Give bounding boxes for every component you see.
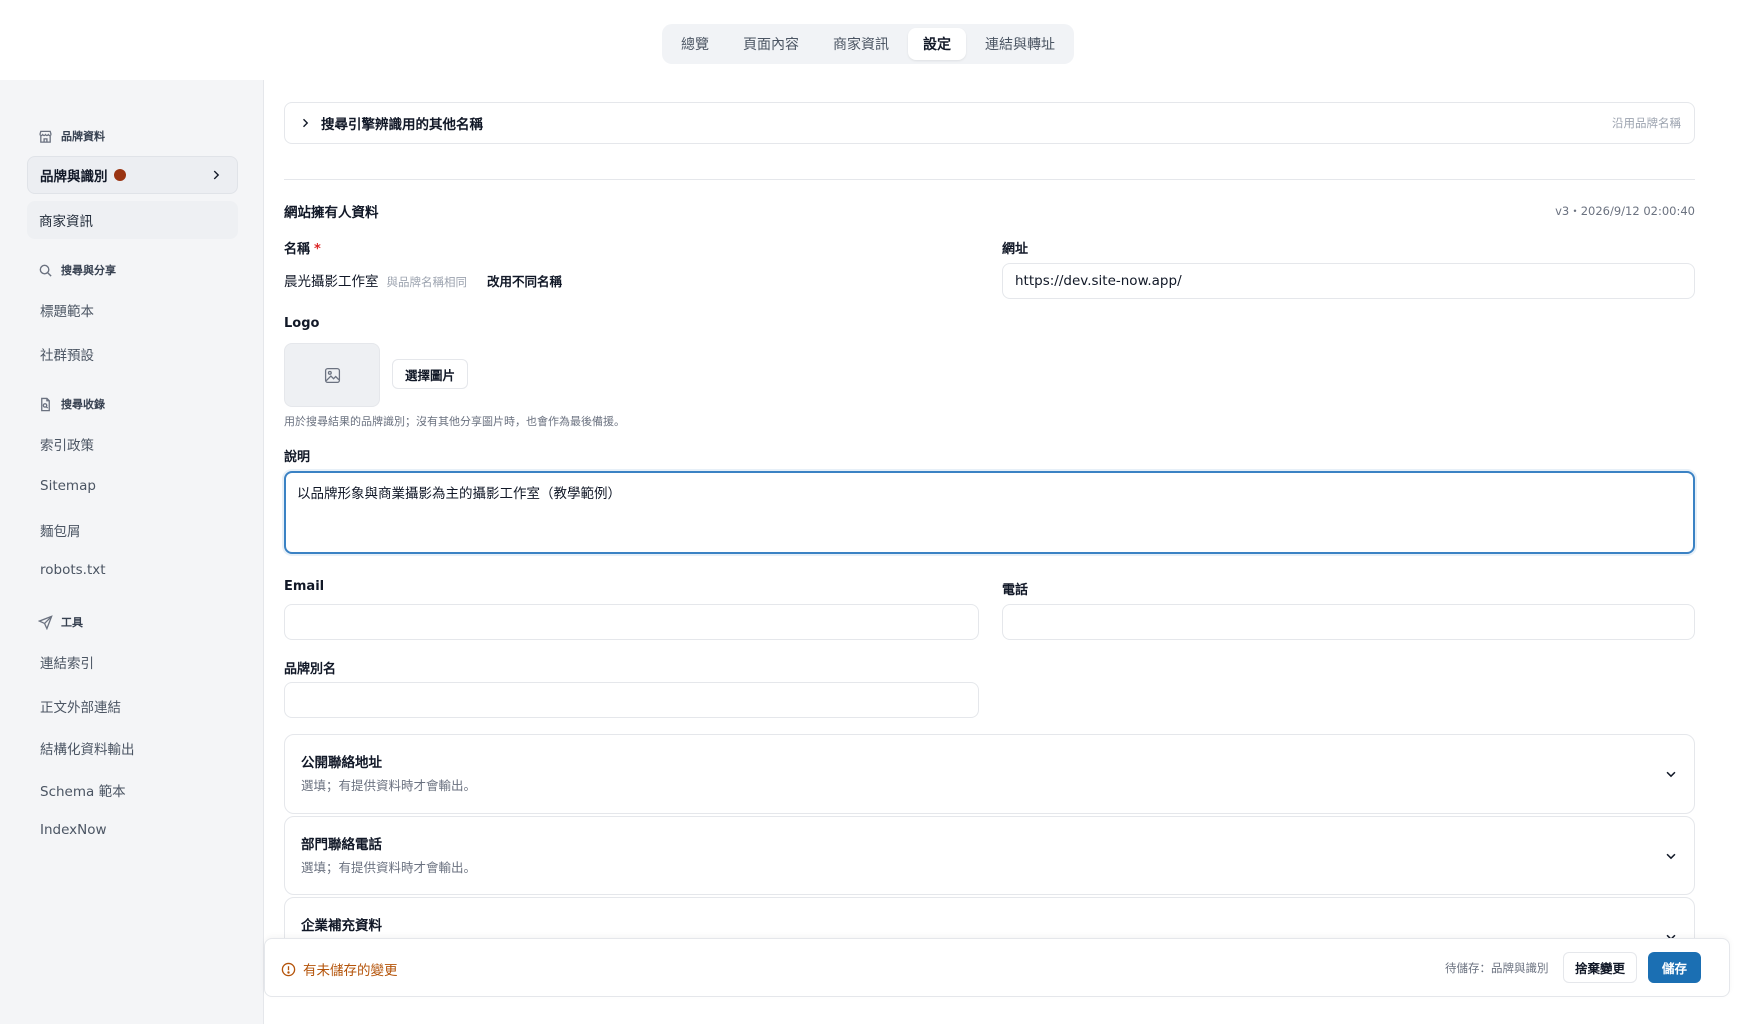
public-address-accordion[interactable]: 公開聯絡地址 選填；有提供資料時才會輸出。 [284,734,1695,814]
required-mark: * [314,242,321,257]
discard-changes-button[interactable]: 捨棄變更 [1563,952,1638,983]
alias-names-label: 搜尋引擎辨識用的其他名稱 [321,117,483,133]
use-different-name-button[interactable]: 改用不同名稱 [487,271,562,290]
sidebar-item-robots-txt[interactable]: robots.txt [40,562,106,578]
department-phone-accordion[interactable]: 部門聯絡電話 選填；有提供資料時才會輸出。 [284,816,1695,895]
top-bar: 總覽 頁面內容 商家資訊 設定 連結與轉址 [0,0,1744,80]
document-search-icon [41,397,50,411]
save-button[interactable]: 儲存 [1648,952,1701,983]
email-input[interactable] [284,604,979,640]
name-field-label: 名稱 * [284,238,321,257]
sidebar-item-label: 商家資訊 [39,214,93,230]
sidebar-item-brand-identity[interactable]: 品牌與識別 [27,156,238,194]
description-label: 說明 [284,450,311,465]
section-divider [284,179,1695,180]
email-label: Email [284,579,325,594]
section-search-share: 搜尋與分享 [38,262,116,278]
section-indexing-title: 搜尋收錄 [61,398,105,411]
logo-help-text: 用於搜尋結果的品牌識別；沒有其他分享圖片時，也會作為最後備援。 [284,415,625,428]
owner-section-title: 網站擁有人資料 [284,205,379,221]
name-label-text: 名稱 [284,242,311,257]
sidebar-item-link-index[interactable]: 連結索引 [40,652,94,672]
tab-page-content[interactable]: 頁面內容 [728,28,814,60]
settings-main: 搜尋引擎辨識用的其他名稱 沿用品牌名稱 網站擁有人資料 v3・2026/9/12… [264,80,1744,1024]
section-indexing: 搜尋收錄 [38,396,105,412]
section-brand-title: 品牌資料 [61,130,105,143]
settings-sidebar: 品牌資料 品牌與識別 商家資訊 搜尋與分享 標題範本 社群預設 搜尋收錄 索引政… [0,80,264,1024]
sidebar-item-label: 品牌與識別 [40,169,108,185]
name-value: 晨光攝影工作室 [284,274,379,290]
section-tools: 工具 [38,614,83,630]
alias-names-collapsible[interactable]: 搜尋引擎辨識用的其他名稱 沿用品牌名稱 [284,102,1695,144]
section-tools-title: 工具 [61,616,83,629]
sidebar-item-sitemap[interactable]: Sitemap [40,478,96,494]
tab-overview[interactable]: 總覽 [666,28,724,60]
sidebar-item-title-template[interactable]: 標題範本 [40,300,94,320]
section-search-title: 搜尋與分享 [61,264,116,277]
chevron-down-icon [1666,771,1676,778]
sidebar-item-breadcrumbs[interactable]: 麵包屑 [40,520,81,540]
main-tabs: 總覽 頁面內容 商家資訊 設定 連結與轉址 [662,24,1074,64]
accordion-title: 部門聯絡電話 [301,837,382,853]
search-icon [39,264,52,277]
pending-save-text: 待儲存：品牌與識別 [1445,961,1549,975]
unsaved-warning-text: 有未儲存的變更 [303,963,398,979]
tab-settings[interactable]: 設定 [908,28,966,60]
logo-preview[interactable] [284,343,380,407]
name-field: 晨光攝影工作室 與品牌名稱相同 改用不同名稱 [284,270,562,290]
sidebar-item-external-links[interactable]: 正文外部連結 [40,696,121,716]
sidebar-item-index-policy[interactable]: 索引政策 [40,434,94,454]
accordion-title: 企業補充資料 [301,918,382,934]
choose-image-button[interactable]: 選擇圖片 [392,359,469,389]
sidebar-item-social-defaults[interactable]: 社群預設 [40,344,94,364]
phone-label: 電話 [1002,583,1029,598]
url-input[interactable] [1002,263,1695,299]
sidebar-item-structured-data[interactable]: 結構化資料輸出 [40,738,135,758]
brand-alias-input[interactable] [284,682,979,718]
url-field-label: 網址 [1002,242,1029,257]
name-same-as-brand-hint: 與品牌名稱相同 [386,275,468,289]
sidebar-item-business-info[interactable]: 商家資訊 [27,201,238,239]
image-placeholder-icon [324,367,340,383]
sidebar-item-indexnow[interactable]: IndexNow [40,822,107,838]
tab-business-info[interactable]: 商家資訊 [818,28,904,60]
logo-label: Logo [284,316,320,331]
chevron-right-icon [213,170,220,180]
send-icon [38,614,53,630]
unsaved-warning: 有未儲存的變更 [281,959,398,979]
description-textarea[interactable]: 以品牌形象與商業攝影為主的攝影工作室（教學範例） [284,471,1695,554]
unsaved-changes-bar: 有未儲存的變更 待儲存：品牌與識別 捨棄變更 儲存 [264,938,1730,997]
sidebar-item-schema-templates[interactable]: Schema 範本 [40,780,126,800]
alias-names-hint: 沿用品牌名稱 [1612,116,1681,130]
accordion-title: 公開聯絡地址 [301,755,382,771]
phone-input[interactable] [1002,604,1695,640]
tab-links-redirects[interactable]: 連結與轉址 [970,28,1070,60]
storefront-icon [39,130,52,143]
brand-alias-label: 品牌別名 [284,662,337,677]
version-timestamp: v3・2026/9/12 02:00:40 [1555,204,1695,218]
section-brand: 品牌資料 [38,128,105,144]
alert-circle-icon [281,962,296,976]
accordion-subtitle: 選填；有提供資料時才會輸出。 [301,778,477,793]
accordion-subtitle: 選填；有提供資料時才會輸出。 [301,860,477,875]
unsaved-indicator-dot [113,169,126,181]
chevron-right-icon [303,118,309,128]
chevron-down-icon [1666,853,1676,860]
